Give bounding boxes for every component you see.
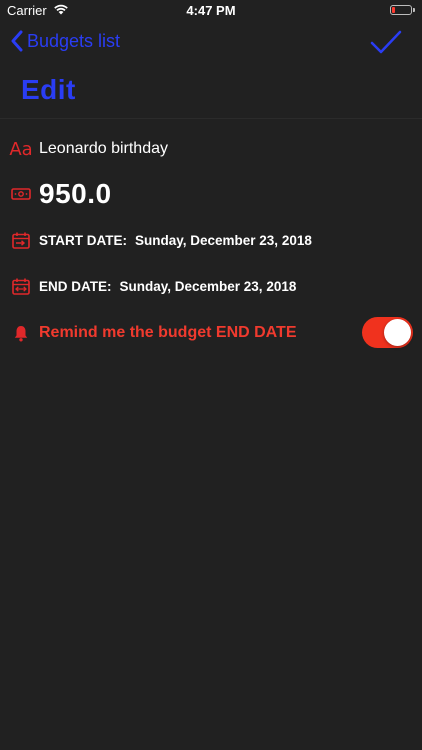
start-date-row[interactable]: START DATE: Sunday, December 23, 2018 xyxy=(0,229,422,251)
checkmark-icon xyxy=(370,30,402,54)
status-time: 4:47 PM xyxy=(186,3,236,18)
end-date-value: Sunday, December 23, 2018 xyxy=(119,278,297,294)
money-bill-icon xyxy=(10,187,32,201)
reminder-row: Remind me the budget END DATE xyxy=(0,318,422,348)
end-date-row[interactable]: END DATE: Sunday, December 23, 2018 xyxy=(0,275,422,297)
back-button[interactable]: Budgets list xyxy=(10,30,120,52)
start-date-label: START DATE: xyxy=(39,232,127,248)
budget-name-row[interactable]: Aa Leonardo birthday xyxy=(0,137,422,161)
text-format-icon: Aa xyxy=(9,138,33,160)
budget-amount-row[interactable]: 950.0 xyxy=(0,176,422,212)
chevron-left-icon xyxy=(11,30,23,52)
bell-icon xyxy=(10,325,32,342)
end-date-label: END DATE: xyxy=(39,278,112,294)
status-bar: Carrier 4:47 PM xyxy=(0,0,422,22)
battery-icon xyxy=(390,5,415,15)
battery-level xyxy=(392,7,395,13)
toggle-knob xyxy=(384,319,411,346)
calendar-start-icon xyxy=(10,232,32,249)
back-button-label: Budgets list xyxy=(27,30,121,51)
page-title: Edit xyxy=(21,74,76,105)
start-date-value: Sunday, December 23, 2018 xyxy=(135,232,312,248)
budget-name: Leonardo birthday xyxy=(39,140,168,157)
calendar-end-icon xyxy=(10,278,32,295)
reminder-label: Remind me the budget END DATE xyxy=(39,324,297,341)
budget-amount: 950.0 xyxy=(39,178,112,209)
reminder-toggle[interactable] xyxy=(362,317,413,348)
divider xyxy=(0,118,422,119)
confirm-button[interactable] xyxy=(370,30,402,61)
